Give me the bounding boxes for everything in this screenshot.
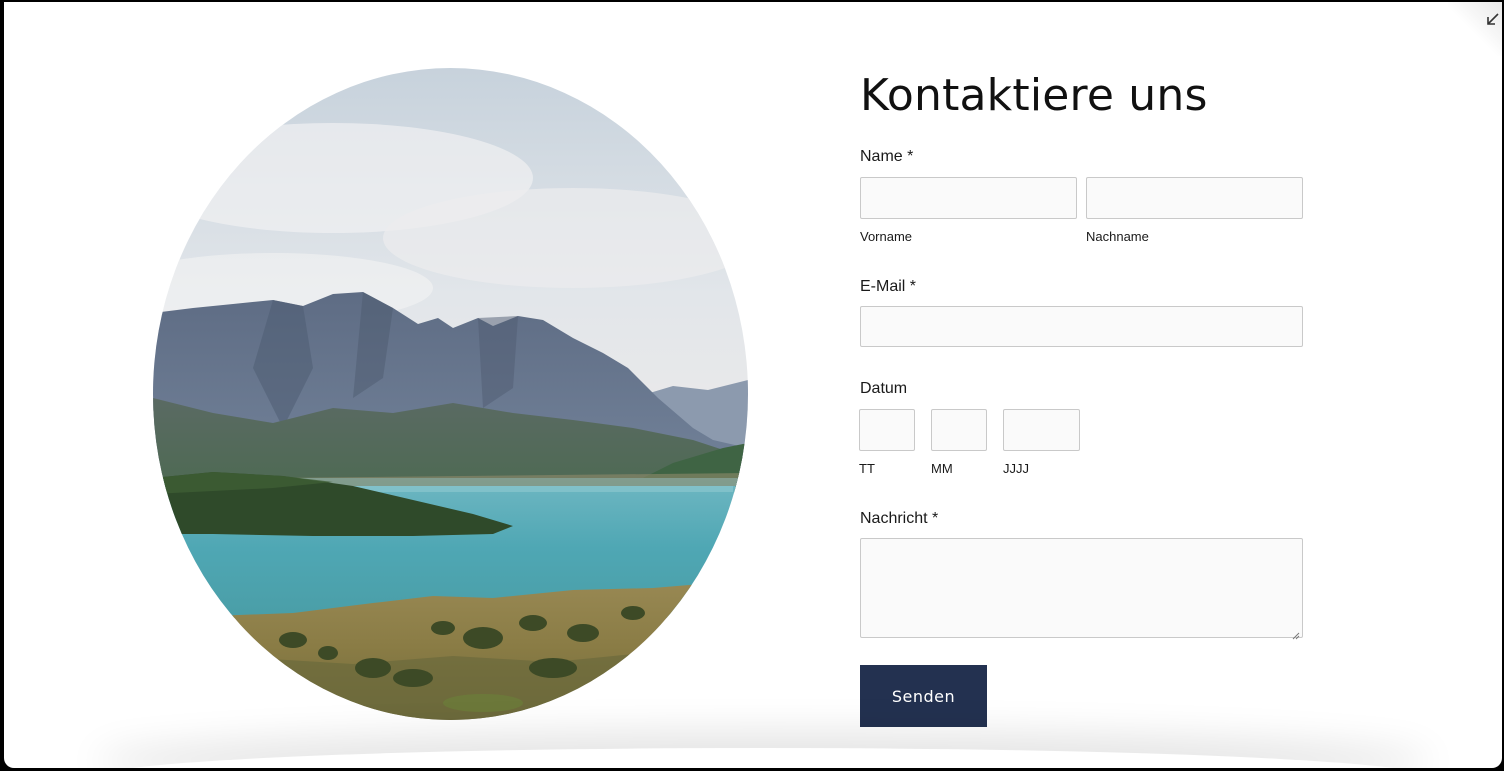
contact-form: Kontaktiere uns Name * Vorname Nachname … [859, 2, 1310, 768]
name-label: Name * [860, 148, 914, 165]
date-month-sublabel: MM [931, 461, 953, 476]
contact-panel: Kontaktiere uns Name * Vorname Nachname … [4, 2, 1502, 768]
collapse-arrow-icon[interactable] [1482, 10, 1502, 30]
firstname-field[interactable] [860, 177, 1077, 219]
date-year-sublabel: JJJJ [1003, 461, 1029, 476]
date-month-field[interactable] [931, 409, 987, 451]
date-day-sublabel: TT [859, 461, 875, 476]
resize-handle-icon[interactable] [1292, 627, 1300, 640]
window-frame: Kontaktiere uns Name * Vorname Nachname … [0, 0, 1504, 771]
submit-button[interactable]: Senden [860, 665, 987, 727]
message-label: Nachricht * [860, 510, 939, 527]
page-title: Kontaktiere uns [860, 70, 1208, 121]
email-label: E-Mail * [860, 278, 917, 295]
firstname-sublabel: Vorname [860, 229, 913, 244]
landscape-photo [153, 68, 748, 720]
date-day-field[interactable] [859, 409, 915, 451]
lastname-sublabel: Nachname [1086, 229, 1149, 244]
date-year-field[interactable] [1003, 409, 1080, 451]
date-label: Datum [860, 380, 908, 397]
lastname-field[interactable] [1086, 177, 1303, 219]
email-field[interactable] [860, 306, 1303, 347]
message-textarea[interactable] [860, 538, 1303, 640]
